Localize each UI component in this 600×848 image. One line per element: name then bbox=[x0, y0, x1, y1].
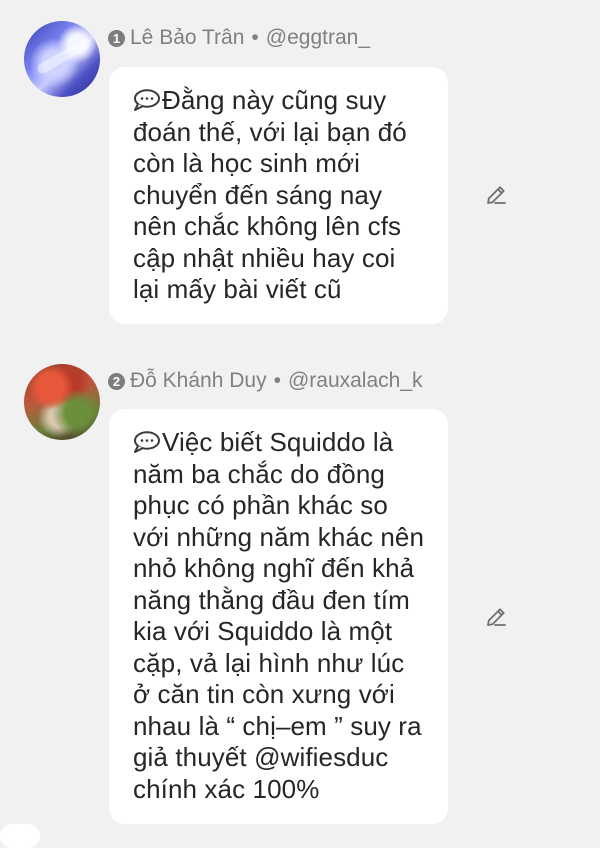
author-handle[interactable]: @eggtran_ bbox=[266, 26, 370, 50]
user-avatar[interactable] bbox=[24, 21, 100, 97]
comment-text: Đằng này cũng suy đoán thế, với lại bạn … bbox=[133, 85, 407, 304]
comment-header: 1 Lê Bảo Trân • @eggtran_ bbox=[108, 26, 370, 50]
rank-badge: 1 bbox=[108, 29, 125, 47]
pencil-icon[interactable] bbox=[484, 605, 508, 629]
comment-bubble[interactable]: Đằng này cũng suy đoán thế, với lại bạn … bbox=[109, 67, 448, 324]
separator-dot: • bbox=[273, 369, 281, 392]
author-handle[interactable]: @rauxalach_k bbox=[288, 369, 423, 393]
next-item-edge bbox=[0, 824, 40, 848]
separator-dot: • bbox=[251, 26, 259, 49]
author-name[interactable]: Đỗ Khánh Duy bbox=[130, 369, 267, 393]
comment-header: 2 Đỗ Khánh Duy • @rauxalach_k bbox=[108, 369, 423, 393]
author-name[interactable]: Lê Bảo Trân bbox=[130, 26, 244, 50]
pencil-icon[interactable] bbox=[484, 183, 508, 207]
rank-badge: 2 bbox=[108, 372, 125, 390]
comment-bubble[interactable]: Việc biết Squiddo là năm ba chắc do đồng… bbox=[109, 409, 448, 824]
speech-bubble-icon bbox=[134, 431, 160, 453]
speech-bubble-icon bbox=[134, 89, 160, 111]
comment-text: Việc biết Squiddo là năm ba chắc do đồng… bbox=[133, 427, 425, 804]
user-avatar[interactable] bbox=[24, 364, 100, 440]
